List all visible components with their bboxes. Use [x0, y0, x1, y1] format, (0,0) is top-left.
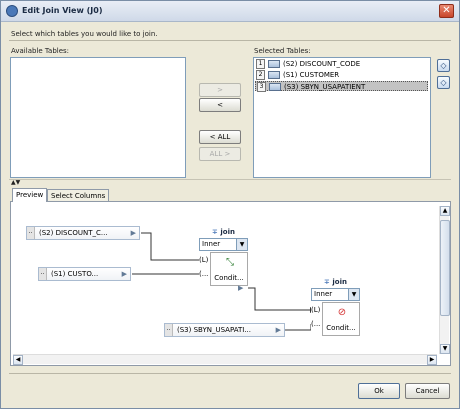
list-item-selected[interactable]: 3 (S3) SBYN_USAPATIENT: [255, 81, 428, 92]
source-node-s1[interactable]: .. (S1) CUSTO... ▶: [38, 267, 131, 281]
node-label: (S1) CUSTO...: [51, 270, 99, 278]
scroll-thumb[interactable]: [440, 220, 450, 316]
join-condition-box[interactable]: ⊘ Condit...: [322, 302, 360, 336]
row-number: 3: [257, 82, 266, 92]
ok-button[interactable]: Ok: [358, 383, 400, 399]
move-up-button[interactable]: ◇: [437, 59, 450, 72]
row-number: 2: [256, 70, 265, 80]
divider: [9, 40, 451, 41]
join-title: ∓ join: [212, 228, 235, 236]
join-type-select[interactable]: Inner ▼: [311, 288, 360, 301]
join-node-1[interactable]: ∓ join Inner ▼ (L) (... ⤡ Condit...: [199, 227, 248, 289]
source-node-s2[interactable]: .. (S2) DISCOUNT_C... ▶: [26, 226, 140, 240]
tab-preview[interactable]: Preview: [12, 188, 48, 202]
add-button[interactable]: >: [199, 83, 241, 97]
table-icon: [269, 83, 281, 91]
available-tables-label: Available Tables:: [11, 47, 70, 55]
scroll-down-icon[interactable]: ▼: [440, 344, 450, 354]
window-title: Edit Join View (J0): [22, 6, 103, 15]
preview-canvas[interactable]: .. (S2) DISCOUNT_C... ▶ .. (S1) CUSTO... ▶…: [10, 201, 451, 366]
join-condition-box[interactable]: ⤡ Condit...: [210, 252, 248, 286]
table-icon: [268, 71, 280, 79]
chevron-down-icon[interactable]: ▼: [348, 289, 359, 300]
left-port: (L): [311, 306, 321, 314]
output-arrow-icon: ▶: [130, 229, 136, 237]
remove-all-button[interactable]: < ALL: [199, 130, 241, 144]
source-node-s3[interactable]: .. (S3) SBYN_USAPATI... ▶: [164, 323, 285, 337]
selected-tables-label: Selected Tables:: [254, 47, 311, 55]
app-icon: [6, 5, 18, 17]
scroll-left-icon[interactable]: ◀: [13, 355, 23, 365]
title-bar[interactable]: Edit Join View (J0) ✕: [1, 1, 459, 22]
scroll-up-icon[interactable]: ▲: [440, 206, 450, 216]
available-tables-list[interactable]: [10, 57, 186, 178]
join-title: ∓ join: [324, 278, 347, 286]
no-condition-icon: ⊘: [337, 307, 347, 318]
right-port: (...: [311, 320, 321, 328]
table-name: (S3) SBYN_USAPATIENT: [284, 83, 366, 91]
output-arrow-icon: ▶: [275, 326, 281, 334]
join-type-select[interactable]: Inner ▼: [199, 238, 248, 251]
condition-set-icon: ⤡: [226, 257, 234, 268]
splitter-arrows-icon[interactable]: ▲▼: [11, 179, 20, 186]
condition-label[interactable]: Condit...: [211, 274, 247, 282]
node-menu-icon[interactable]: ..: [39, 268, 47, 280]
node-menu-icon[interactable]: ..: [165, 324, 173, 336]
close-button[interactable]: ✕: [439, 4, 454, 18]
output-arrow-icon: ▶: [121, 270, 127, 278]
node-label: (S2) DISCOUNT_C...: [39, 229, 108, 237]
instruction-text: Select which tables you would like to jo…: [11, 30, 158, 38]
scroll-right-icon[interactable]: ▶: [427, 355, 437, 365]
edit-join-view-dialog: Edit Join View (J0) ✕ Select which table…: [0, 0, 460, 409]
divider: [9, 373, 451, 374]
join-output-arrow-icon: ▶: [238, 284, 244, 292]
left-port: (L): [199, 256, 209, 264]
list-item[interactable]: 2 (S1) CUSTOMER: [255, 70, 428, 80]
list-item[interactable]: 1 (S2) DISCOUNT_CODE: [255, 59, 428, 69]
node-label: (S3) SBYN_USAPATI...: [177, 326, 251, 334]
table-name: (S1) CUSTOMER: [283, 71, 340, 79]
vertical-scrollbar[interactable]: ▲ ▼: [439, 206, 450, 354]
remove-button[interactable]: <: [199, 98, 241, 112]
row-number: 1: [256, 59, 265, 69]
splitter[interactable]: [9, 179, 451, 184]
table-icon: [268, 60, 280, 68]
selected-tables-list[interactable]: 1 (S2) DISCOUNT_CODE 2 (S1) CUSTOMER 3 (…: [253, 57, 431, 178]
chevron-down-icon[interactable]: ▼: [236, 239, 247, 250]
node-menu-icon[interactable]: ..: [27, 227, 35, 239]
join-node-2[interactable]: ∓ join Inner ▼ (L) (... ⊘ Condit...: [311, 277, 360, 339]
right-port: (...: [199, 270, 209, 278]
horizontal-scrollbar[interactable]: ◀ ▶: [13, 354, 437, 365]
cancel-button[interactable]: Cancel: [405, 383, 450, 399]
move-down-button[interactable]: ◇: [437, 76, 450, 89]
add-all-button[interactable]: ALL >: [199, 147, 241, 161]
table-name: (S2) DISCOUNT_CODE: [283, 60, 361, 68]
condition-label[interactable]: Condit...: [323, 324, 359, 332]
